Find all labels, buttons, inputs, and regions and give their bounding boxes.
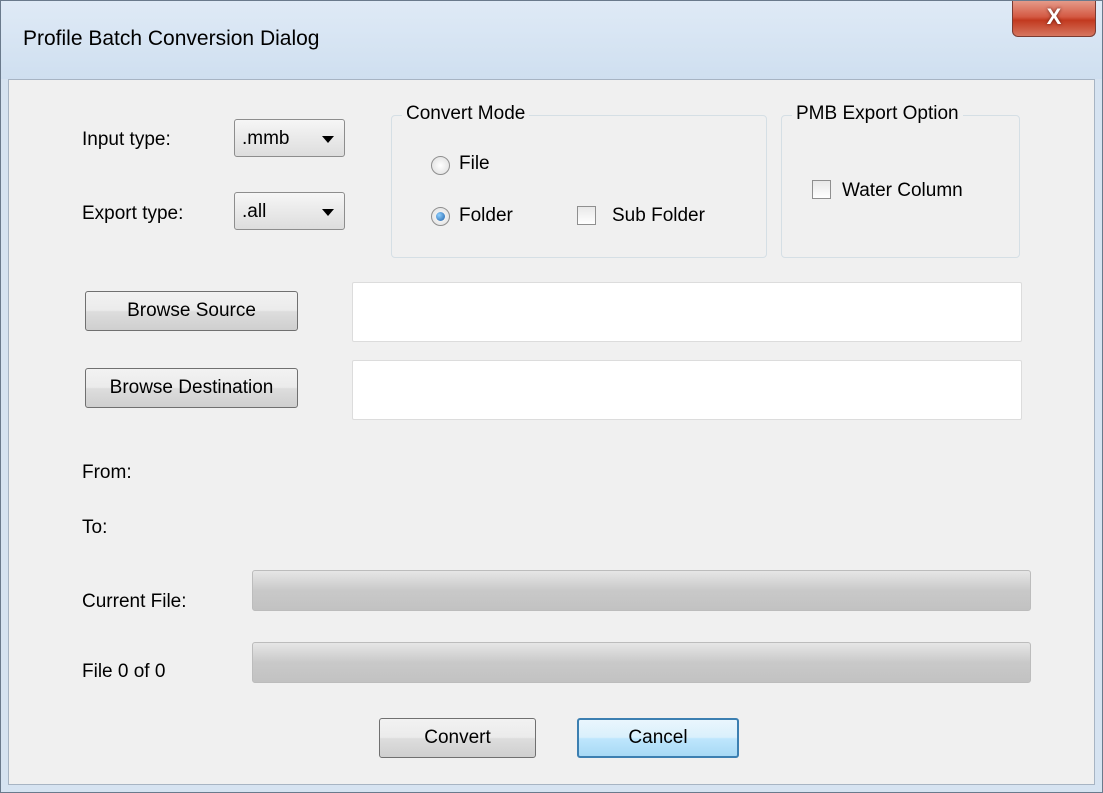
pmb-export-group: PMB Export Option Water Column — [781, 103, 1020, 258]
cancel-button[interactable]: Cancel — [577, 718, 739, 758]
browse-source-button[interactable]: Browse Source — [85, 291, 298, 331]
folder-radio-label: Folder — [459, 205, 513, 226]
destination-path-field[interactable] — [352, 360, 1022, 420]
to-label: To: — [82, 517, 108, 538]
chevron-down-icon — [322, 136, 334, 143]
export-type-dropdown[interactable]: .all — [234, 192, 345, 230]
from-label: From: — [82, 462, 132, 483]
file-count-label: File 0 of 0 — [82, 661, 166, 682]
convert-button[interactable]: Convert — [379, 718, 536, 758]
title-bar: Profile Batch Conversion Dialog X — [1, 1, 1102, 79]
file-count-progress — [252, 642, 1031, 683]
dialog-body: Input type: .mmb Export type: .all Conve… — [8, 79, 1095, 785]
input-type-label: Input type: — [82, 129, 171, 150]
close-button[interactable]: X — [1012, 1, 1096, 37]
chevron-down-icon — [322, 209, 334, 216]
file-radio-label: File — [459, 153, 490, 174]
export-type-label: Export type: — [82, 203, 184, 224]
water-column-checkbox[interactable] — [812, 180, 831, 199]
sub-folder-label: Sub Folder — [612, 205, 705, 226]
pmb-export-title: PMB Export Option — [792, 103, 963, 125]
input-type-dropdown[interactable]: .mmb — [234, 119, 345, 157]
water-column-label: Water Column — [842, 180, 963, 201]
window-title: Profile Batch Conversion Dialog — [23, 27, 320, 50]
browse-destination-button[interactable]: Browse Destination — [85, 368, 298, 408]
current-file-label: Current File: — [82, 591, 187, 612]
file-radio[interactable] — [431, 156, 450, 175]
folder-radio[interactable] — [431, 207, 450, 226]
export-type-value: .all — [242, 201, 267, 222]
input-type-value: .mmb — [242, 128, 290, 149]
dialog-window: Profile Batch Conversion Dialog X Input … — [0, 0, 1103, 793]
close-icon: X — [1046, 4, 1062, 29]
sub-folder-checkbox[interactable] — [577, 206, 596, 225]
source-path-field[interactable] — [352, 282, 1022, 342]
convert-mode-group: Convert Mode File Folder Sub Folder — [391, 103, 767, 258]
current-file-progress — [252, 570, 1031, 611]
convert-mode-title: Convert Mode — [402, 103, 530, 125]
